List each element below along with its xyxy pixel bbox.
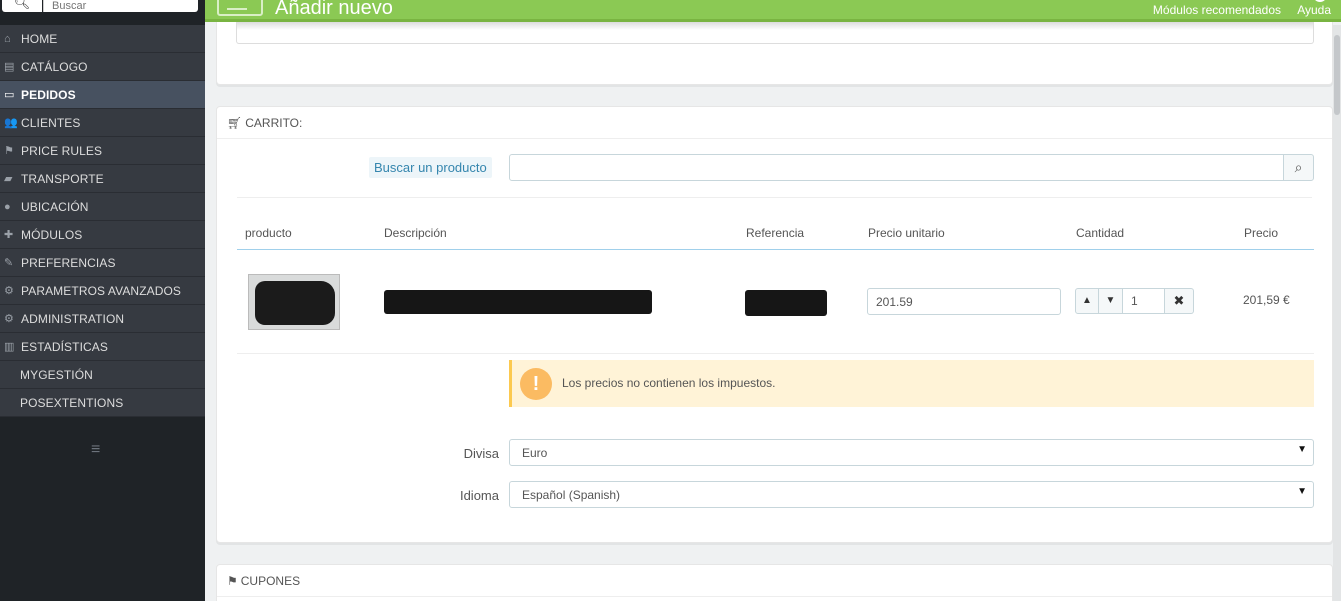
sidebar-item-label: POSEXTENTIONS: [20, 395, 124, 410]
product-search-row: Buscar un producto ⌕: [237, 154, 1314, 198]
tags-icon: ⚑: [4, 145, 14, 157]
sidebar-item-mygestión[interactable]: MYGESTIÓN: [0, 361, 205, 389]
unit-price-input[interactable]: [867, 288, 1061, 315]
sidebar-item-label: PRICE RULES: [21, 143, 103, 158]
recommended-modules-link[interactable]: Módulos recomendados: [1153, 3, 1281, 17]
product-search-label: Buscar un producto: [369, 157, 492, 178]
menu-collapse-icon[interactable]: ≡: [91, 441, 100, 459]
cart-table-header: producto Descripción Referencia Precio u…: [237, 224, 1314, 250]
language-value: Español (Spanish): [522, 488, 621, 502]
sidebar-item-home[interactable]: ⌂ HOME: [0, 25, 205, 53]
help-link[interactable]: Ayuda: [1297, 3, 1331, 17]
sidebar-item-clientes[interactable]: 👥 CLIENTES: [0, 109, 205, 137]
sidebar-search-input[interactable]: [43, 0, 198, 12]
coupons-heading-label: CUPONES: [240, 574, 301, 588]
coupons-heading: ⚑ CUPONES: [217, 565, 1332, 597]
users-icon: 👥: [4, 117, 18, 129]
sidebar-item-label: HOME: [21, 31, 58, 46]
help-icon[interactable]: [1313, 0, 1327, 2]
sidebar-item-pedidos[interactable]: ▭ PEDIDOS: [0, 81, 205, 109]
warning-icon: !: [520, 368, 552, 400]
column-price: Precio: [1244, 226, 1279, 240]
search-icon[interactable]: ⌕: [1283, 154, 1314, 181]
sidebar-item-label: TRANSPORTE: [21, 171, 104, 186]
globe-icon: ●: [4, 200, 11, 213]
puzzle-icon: ✚: [4, 229, 14, 241]
column-unit-price: Precio unitario: [868, 226, 945, 240]
language-label: Idioma: [459, 488, 499, 503]
search-icon[interactable]: 🔍︎: [2, 0, 42, 12]
sidebar-menu: ⌂ HOME ▤ CATÁLOGO ▭ PEDIDOS 👥 CLIENTES ⚑ PRICE RU…: [0, 25, 205, 417]
column-reference: Referencia: [746, 226, 805, 240]
currency-value: Euro: [522, 446, 548, 460]
remove-icon[interactable]: ✖: [1165, 288, 1194, 314]
sidebar-item-label: ESTADÍSTICAS: [21, 339, 108, 354]
sidebar: 🔍︎ ⌂ HOME ▤ CATÁLOGO ▭ PEDIDOS 👥CLIENTES ⚑ PRICE…: [0, 0, 205, 601]
product-image: [248, 274, 340, 330]
redacted-description: [384, 290, 652, 314]
page-header-icon: [217, 0, 263, 16]
sidebar-item-label: PARAMETROS AVANZADOS: [21, 283, 182, 298]
sidebar-item-price-rules[interactable]: ⚑ PRICE RULES: [0, 137, 205, 165]
redacted-reference: [745, 290, 827, 316]
column-product: producto: [245, 226, 292, 240]
cog-icon: ⚙: [4, 313, 14, 325]
customer-panel: [216, 22, 1333, 85]
tax-warning-alert: ! Los precios no contienen los impuestos…: [509, 360, 1314, 407]
chevron-down-icon: ▼: [1297, 444, 1307, 455]
currency-label: Divisa: [463, 446, 499, 461]
alert-text: Los precios no contienen los impuestos.: [562, 376, 776, 390]
credit-card-icon: ▭: [4, 89, 15, 101]
sidebar-item-label: PREFERENCIAS: [21, 255, 116, 270]
truck-icon: ▰: [4, 173, 13, 185]
row-total: 201,59 €: [1243, 293, 1290, 307]
product-search-input[interactable]: [509, 154, 1285, 181]
caret-up-icon[interactable]: ▲: [1075, 288, 1099, 314]
book-icon: ▤: [4, 61, 15, 73]
sidebar-item-posextentions[interactable]: POSEXTENTIONS: [0, 389, 205, 417]
page-header: Añadir nuevo Módulos recomendados Ayuda: [205, 0, 1341, 22]
bar-chart-icon: ▥: [4, 341, 15, 353]
sidebar-item-label: CLIENTES: [21, 115, 81, 130]
sidebar-item-transporte[interactable]: ▰ TRANSPORTE: [0, 165, 205, 193]
sidebar-search: 🔍︎: [0, 0, 205, 25]
home-icon: ⌂: [4, 32, 11, 45]
sidebar-item-label: MÓDULOS: [21, 227, 83, 242]
cart-heading-label: CARRITO:: [245, 116, 303, 130]
tag-icon: ⚑: [227, 574, 238, 588]
page-title: Añadir nuevo: [275, 0, 393, 19]
sidebar-item-label: MYGESTIÓN: [20, 367, 93, 382]
caret-down-icon[interactable]: ▼: [1099, 288, 1123, 314]
quantity-stepper: ▲ ▼ 1 ✖: [1075, 288, 1194, 314]
column-quantity: Cantidad: [1076, 226, 1125, 240]
currency-select[interactable]: Euro ▼: [509, 439, 1314, 466]
language-select[interactable]: Español (Spanish) ▼: [509, 481, 1314, 508]
quantity-input[interactable]: 1: [1123, 288, 1165, 314]
coupons-panel: ⚑ CUPONES: [216, 564, 1333, 601]
sidebar-item-ubicación[interactable]: ● UBICACIÓN: [0, 193, 205, 221]
sidebar-item-parametros-avanzados[interactable]: ⚙ PARAMETROS AVANZADOS: [0, 277, 205, 305]
cart-heading: 🛒︎ CARRITO:: [217, 107, 1332, 139]
sidebar-item-módulos[interactable]: ✚ MÓDULOS: [0, 221, 205, 249]
chevron-down-icon: ▼: [1297, 486, 1307, 497]
cart-panel: 🛒︎ CARRITO: Buscar un producto ⌕ producto…: [216, 106, 1333, 543]
sidebar-item-administration[interactable]: ⚙ ADMINISTRATION: [0, 305, 205, 333]
sidebar-item-catálogo[interactable]: ▤ CATÁLOGO: [0, 53, 205, 81]
sidebar-item-label: UBICACIÓN: [21, 199, 89, 214]
cogs-icon: ⚙: [4, 285, 14, 297]
page-scrollbar[interactable]: [1333, 25, 1341, 601]
customer-panel-inner: [236, 22, 1314, 44]
sidebar-item-label: CATÁLOGO: [21, 59, 88, 74]
wrench-icon: ✎: [4, 257, 14, 269]
table-row: ▲ ▼ 1 ✖ 201,59 €: [237, 250, 1314, 354]
sidebar-item-estadísticas[interactable]: ▥ ESTADÍSTICAS: [0, 333, 205, 361]
sidebar-item-label: ADMINISTRATION: [21, 311, 125, 326]
sidebar-item-preferencias[interactable]: ✎ PREFERENCIAS: [0, 249, 205, 277]
column-description: Descripción: [384, 226, 447, 240]
sidebar-item-label: PEDIDOS: [21, 87, 76, 102]
shopping-cart-icon: 🛒︎: [227, 116, 243, 130]
